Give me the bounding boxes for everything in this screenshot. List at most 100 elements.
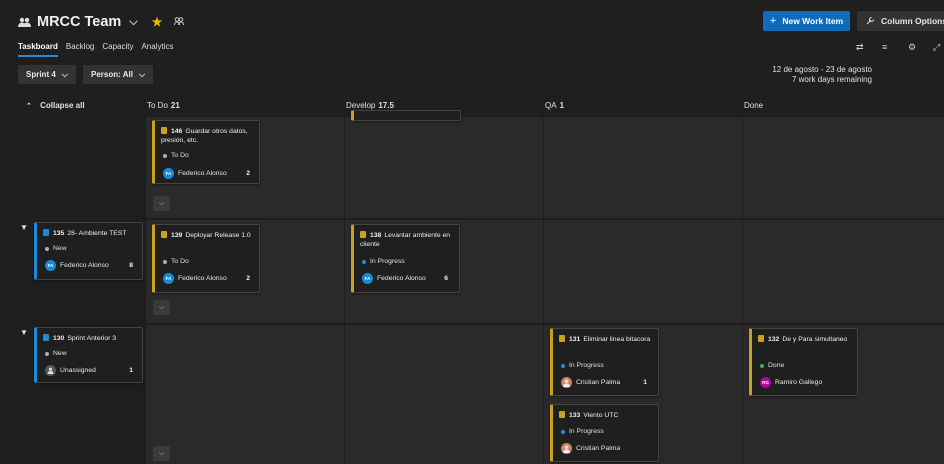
card-title[interactable]: 130 Sprint Anterior 3 (43, 334, 136, 344)
tab-taskboard[interactable]: Taskboard (18, 42, 58, 57)
task-icon (161, 231, 167, 238)
board-cell (345, 117, 543, 218)
task-card[interactable]: 132 De y Para simultaneo Done RG Ramiro Ga… (749, 328, 858, 396)
column-name: Done (744, 101, 764, 110)
plus-icon: + (769, 15, 777, 27)
backlog-item-card[interactable]: 135 28- Ambiente TEST New FA Federico Alon… (34, 222, 143, 280)
tab-backlog[interactable]: Backlog (66, 42, 94, 57)
card-state[interactable]: To Do (163, 258, 189, 265)
card-title[interactable]: 146 Guardar otros datos, presión, etc. (161, 127, 253, 145)
card-assignee[interactable]: Cristian Palma (561, 377, 620, 388)
card-assignee[interactable]: RG Ramiro Gallego (760, 377, 822, 388)
task-card[interactable]: 139 Deployar Release 1.0 To Do FA Federico… (152, 224, 260, 293)
card-state[interactable]: Done (760, 362, 784, 369)
avatar: FA (163, 168, 174, 179)
card-state-label: In Progress (569, 428, 604, 435)
card-state[interactable]: New (45, 245, 67, 252)
person-filter-label: Person: All (91, 70, 133, 79)
remaining-work[interactable]: 1 (643, 379, 647, 386)
fullscreen-icon[interactable]: ⤢ (933, 42, 940, 53)
person-filter[interactable]: Person: All ⌵ (83, 65, 154, 84)
card-assignee[interactable]: FA Federico Alonso (362, 273, 426, 284)
card-title-text: Sprint Anterior 3 (67, 335, 117, 342)
card-title-text: Viento UTC (583, 412, 619, 419)
remaining-work[interactable]: 8 (129, 262, 133, 269)
card-assignee[interactable]: Cristian Palma (561, 443, 620, 454)
chevron-down-icon: ⌵ (138, 69, 146, 79)
triangle-down-icon[interactable]: ▼ (20, 223, 28, 232)
avatar: FA (362, 273, 373, 284)
card-state[interactable]: New (45, 350, 67, 357)
filter-icon[interactable]: ≡ (882, 42, 887, 52)
team-members-icon[interactable] (174, 16, 185, 28)
card-title[interactable]: 131 Eliminar linea bitacora (559, 335, 652, 345)
board-cell (345, 325, 543, 464)
card-state-label: In Progress (569, 362, 604, 369)
card-assignee[interactable]: FA Federico Alonso (163, 273, 227, 284)
column-options-button[interactable]: Column Options (857, 11, 944, 31)
chevron-down-icon[interactable]: ⌵ (153, 446, 170, 461)
card-assignee[interactable]: Unassigned (45, 365, 96, 376)
settings-sliders-icon[interactable]: ⇄ (856, 42, 864, 53)
card-id: 130 (53, 335, 65, 342)
hub-tabs: Taskboard Backlog Capacity Analytics (18, 42, 173, 57)
card-title[interactable]: 133 Viento UTC (559, 411, 652, 421)
chevron-down-icon[interactable]: ⌵ (153, 196, 170, 211)
task-card[interactable]: 138 Levantar ambiente en cliente In Progr… (351, 224, 460, 293)
team-name[interactable]: MRCC Team (37, 14, 121, 30)
star-icon[interactable]: ★ (152, 15, 163, 29)
gear-icon[interactable]: ⚙ (908, 42, 916, 53)
pbi-icon (43, 229, 49, 236)
remaining-work[interactable]: 1 (129, 367, 133, 374)
card-title[interactable]: 138 Levantar ambiente en cliente (360, 231, 453, 249)
sprint-picker[interactable]: Sprint 4 ⌵ (18, 65, 76, 84)
task-card-partial[interactable] (351, 110, 461, 121)
task-card[interactable]: 146 Guardar otros datos, presión, etc. To… (152, 120, 260, 184)
remaining-work[interactable]: 6 (444, 275, 448, 282)
triangle-down-icon[interactable]: ▼ (20, 328, 28, 337)
board-cell (743, 220, 944, 323)
backlog-item-card[interactable]: 130 Sprint Anterior 3 New Unassigned 1 (34, 327, 143, 383)
task-card[interactable]: 131 Eliminar linea bitacora In Progress C… (550, 328, 659, 396)
sprint-picker-label: Sprint 4 (26, 70, 56, 79)
state-dot (45, 351, 49, 356)
card-state-label: To Do (171, 258, 189, 265)
tab-capacity[interactable]: Capacity (102, 42, 133, 57)
card-state[interactable]: In Progress (561, 428, 604, 435)
assignee-name: Federico Alonso (377, 275, 426, 282)
card-title-text: Deployar Release 1.0 (185, 232, 251, 239)
remaining-work[interactable]: 2 (246, 275, 250, 282)
card-state[interactable]: In Progress (561, 362, 604, 369)
card-state-label: To Do (171, 152, 189, 159)
state-dot (45, 246, 49, 251)
collapse-all-label: Collapse all (40, 101, 85, 110)
collapse-icon: ⌃ (26, 103, 32, 110)
card-assignee[interactable]: FA Federico Alonso (45, 260, 109, 271)
assignee-name: Cristian Palma (576, 379, 621, 386)
chevron-down-icon[interactable]: ⌵ (129, 16, 137, 29)
task-icon (758, 335, 764, 342)
state-dot (362, 259, 366, 264)
state-dot (561, 429, 565, 434)
column-name: QA (545, 101, 557, 110)
card-title[interactable]: 135 28- Ambiente TEST (43, 229, 136, 239)
new-work-item-button[interactable]: + New Work Item (763, 11, 850, 31)
card-title[interactable]: 132 De y Para simultaneo (758, 335, 851, 345)
card-id: 146 (171, 128, 183, 135)
card-title[interactable]: 139 Deployar Release 1.0 (161, 231, 253, 241)
card-state[interactable]: In Progress (362, 258, 405, 265)
tab-analytics[interactable]: Analytics (141, 42, 173, 57)
chevron-down-icon[interactable]: ⌵ (153, 300, 170, 315)
column-count: 21 (170, 101, 180, 110)
collapse-all-button[interactable]: ⌃ Collapse all (26, 101, 85, 110)
task-icon (161, 127, 167, 134)
card-assignee[interactable]: FA Federico Alonso (163, 168, 227, 179)
remaining-work[interactable]: 2 (246, 170, 250, 177)
card-id: 133 (569, 412, 581, 419)
assignee-name: Unassigned (60, 367, 96, 374)
task-icon (360, 231, 366, 238)
task-card[interactable]: 133 Viento UTC In Progress Cristian Palma (550, 404, 659, 462)
column-develop-header: Develop 17.5 (346, 101, 394, 110)
unassigned-avatar-icon (45, 365, 56, 376)
card-state[interactable]: To Do (163, 152, 189, 159)
